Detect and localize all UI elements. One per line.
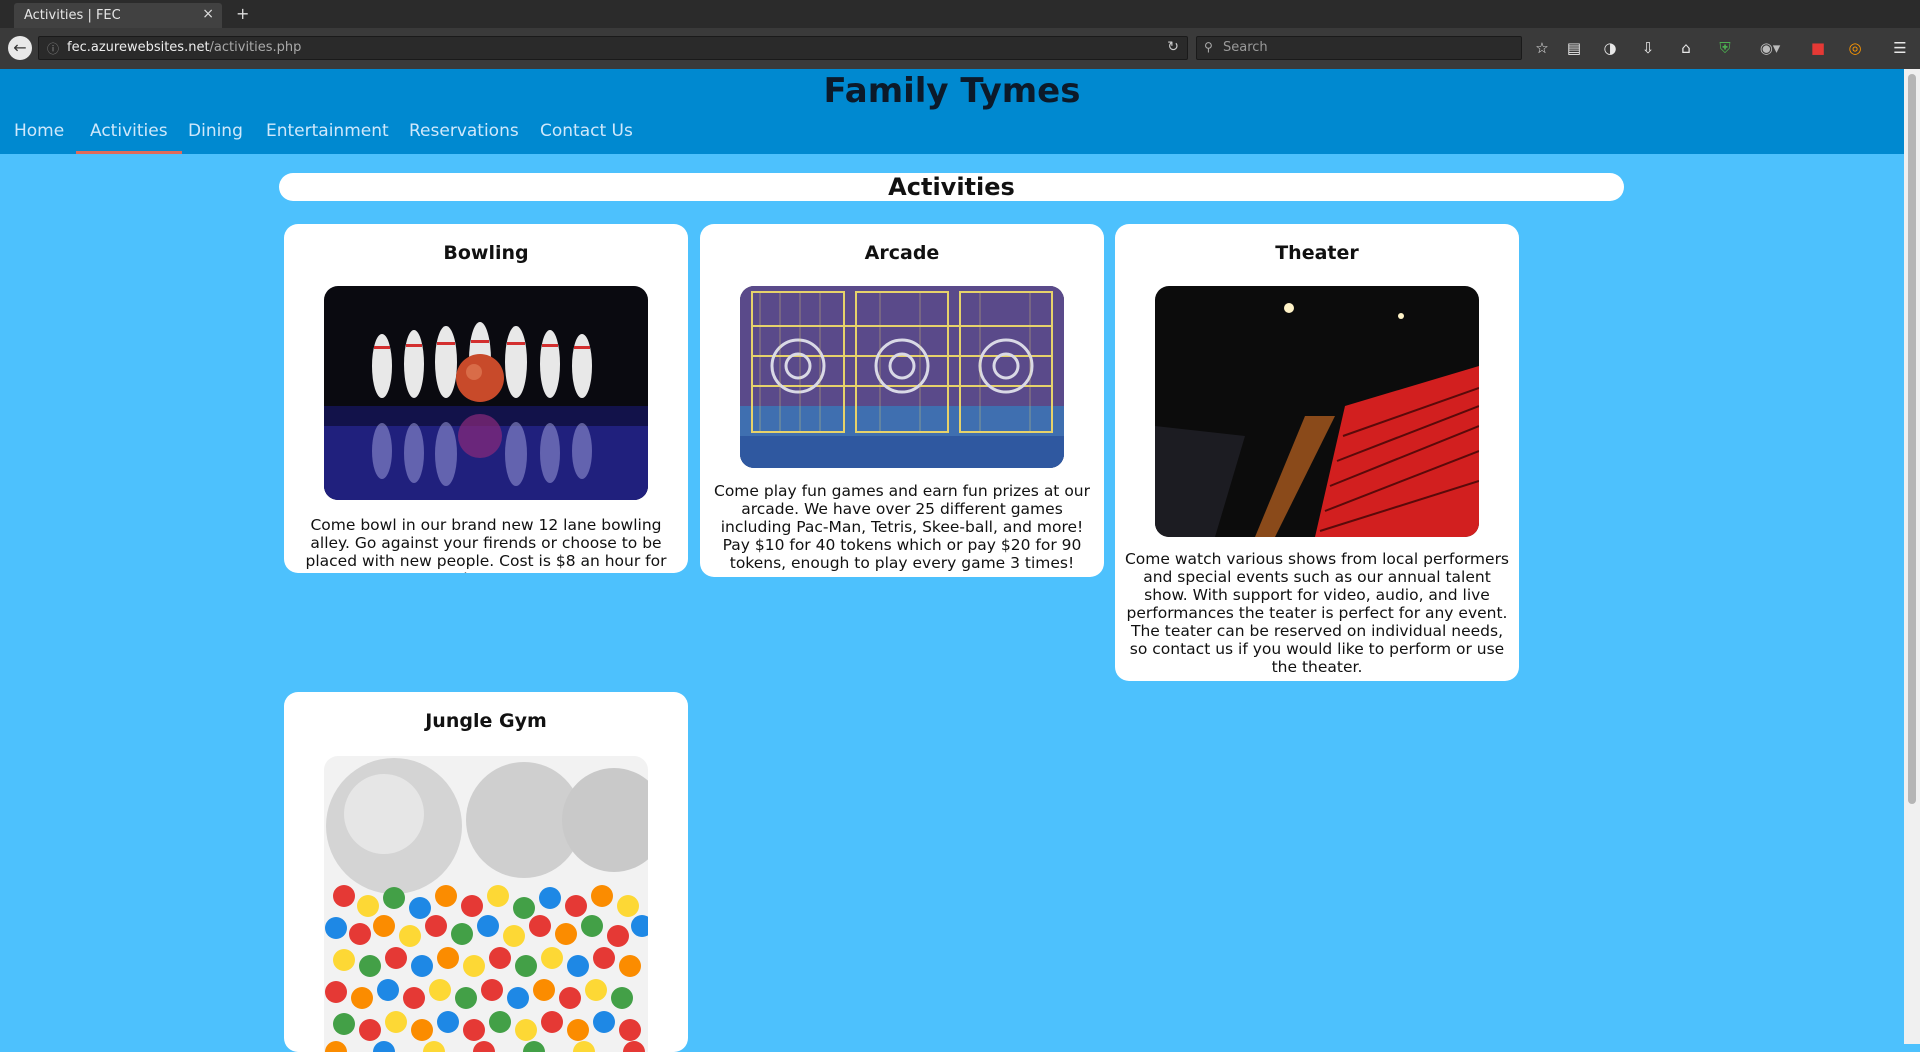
arcade-image <box>740 286 1064 468</box>
lock-extension-icon[interactable]: ■ <box>1806 36 1830 60</box>
chrome-extension-icon[interactable]: ◎ <box>1843 36 1867 60</box>
shield-icon[interactable]: ⛨ <box>1713 36 1737 60</box>
download-icon[interactable]: ⇩ <box>1636 36 1660 60</box>
nav-entertainment[interactable]: Entertainment <box>266 121 389 154</box>
search-input[interactable]: ⚲ Search <box>1196 36 1522 60</box>
nav-contact-us[interactable]: Contact Us <box>540 121 633 154</box>
site-title: Family Tymes <box>823 71 1081 111</box>
back-button[interactable]: ← <box>8 36 32 60</box>
search-icon: ⚲ <box>1204 40 1213 54</box>
search-placeholder: Search <box>1223 40 1268 55</box>
browser-tab[interactable]: Activities | FEC × <box>14 3 222 28</box>
activity-card-jungle-gym: Jungle Gym <box>284 692 688 1052</box>
url-path: /activities.php <box>209 40 302 55</box>
nav-reservations[interactable]: Reservations <box>409 121 519 154</box>
pocket-icon[interactable]: ◑ <box>1598 36 1622 60</box>
reload-icon[interactable]: ↻ <box>1167 39 1179 55</box>
card-title: Theater <box>1275 242 1359 264</box>
browser-tab-bar: Activities | FEC × + <box>0 0 1920 28</box>
extension-icon[interactable]: ◉▾ <box>1758 36 1782 60</box>
bowling-image <box>324 286 648 500</box>
card-description: Come play fun games and earn fun prizes … <box>714 482 1090 572</box>
home-icon[interactable]: ⌂ <box>1674 36 1698 60</box>
card-title: Arcade <box>864 242 940 264</box>
nav-activities[interactable]: Activities <box>76 121 182 154</box>
jungle-gym-image <box>324 756 648 1052</box>
browser-toolbar: ← ⓘ fec.azurewebsites.net/activities.php… <box>0 28 1920 70</box>
info-icon[interactable]: ⓘ <box>47 40 59 57</box>
activity-card-bowling: Bowling Come bowl in our brand new 12 la… <box>284 224 688 573</box>
tab-title: Activities | FEC <box>24 8 121 23</box>
card-description: Come watch various shows from local perf… <box>1124 550 1510 676</box>
site-header: Family Tymes Home Activities Dining Ente… <box>0 69 1904 154</box>
close-tab-icon[interactable]: × <box>202 6 214 22</box>
bookmark-star-icon[interactable]: ☆ <box>1530 36 1554 60</box>
scrollbar-thumb[interactable] <box>1908 74 1916 804</box>
page-heading: Activities <box>279 173 1624 201</box>
card-title: Bowling <box>443 242 529 264</box>
url-domain: fec.azurewebsites.net <box>67 40 210 55</box>
nav-home[interactable]: Home <box>14 121 64 154</box>
activity-card-theater: Theater Come watch various shows from lo… <box>1115 224 1519 681</box>
card-description: Come bowl in our brand new 12 lane bowli… <box>305 516 667 573</box>
activity-card-arcade: Arcade Come play fun games and earn fun … <box>700 224 1104 577</box>
reading-list-icon[interactable]: ▤ <box>1562 36 1586 60</box>
theater-image <box>1155 286 1479 537</box>
menu-icon[interactable]: ☰ <box>1888 36 1912 60</box>
nav-dining[interactable]: Dining <box>188 121 243 154</box>
card-title: Jungle Gym <box>425 710 547 732</box>
url-bar[interactable]: ⓘ fec.azurewebsites.net/activities.php ↻ <box>38 36 1188 60</box>
new-tab-button[interactable]: + <box>236 4 249 23</box>
